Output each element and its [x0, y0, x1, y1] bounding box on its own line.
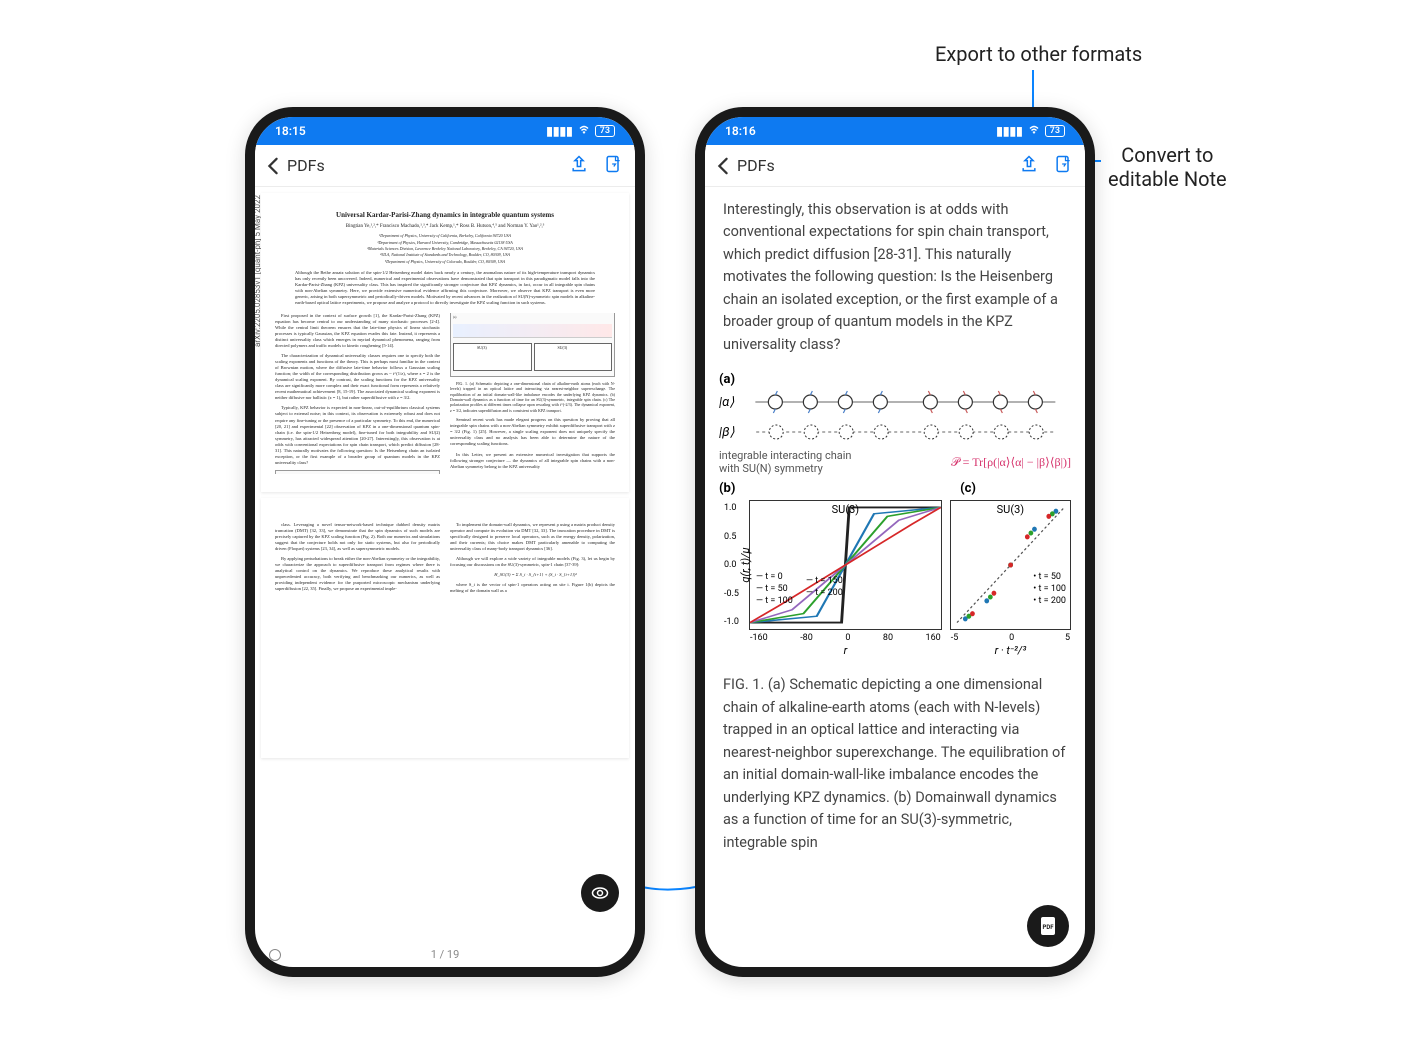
p2-col2-p2: Although we will explore a wide variety … [450, 556, 615, 568]
export-button[interactable] [569, 154, 589, 178]
pdf-page-1: Universal Kardar-Parisi-Zhang dynamics i… [261, 193, 629, 492]
chevron-left-icon [267, 157, 279, 175]
affil-4: ⁴JILA, National Institute of Standards a… [275, 252, 615, 257]
view-fab[interactable] [581, 874, 619, 912]
ket-beta: |β⟩ [719, 425, 735, 440]
annotation-convert-l1: Convert to [1121, 143, 1213, 167]
plot-b: SU(3) q(r, t)/μ 1.0 0.5 0.0 -0.5 -1.0 [749, 500, 942, 630]
plot-b-xticks: -160 -80 0 80 160 [750, 633, 941, 643]
article-paragraph: Interestingly, this observation is at od… [705, 187, 1085, 368]
affil-2: ²Department of Physics, Harvard Universi… [275, 240, 615, 245]
panel-c-label: (c) [960, 481, 976, 496]
pdf-icon: PDF [1036, 914, 1060, 938]
home-indicator [269, 949, 281, 961]
plot-b-legend-left: — t = 0 — t = 50 — t = 100 [756, 572, 793, 607]
ket-alpha: |α⟩ [719, 395, 734, 410]
pdf-fab[interactable]: PDF [1027, 905, 1069, 947]
fig1-caption: FIG. 1. (a) Schematic depicting a one-di… [450, 381, 615, 413]
col2-p2: In this Letter, we present an extensive … [450, 452, 615, 470]
p2-col2-p3: where S_i is the vector of spin-1 operat… [450, 582, 615, 594]
panel-a-label: (a) [719, 372, 1071, 387]
plot-b-legend-right: — t = 150 — t = 200 [806, 576, 843, 599]
plot-c-legend: • t = 50 • t = 100 • t = 200 [1033, 572, 1066, 607]
svg-text:PDF: PDF [1042, 924, 1054, 931]
plot-b-yticks: 1.0 0.5 0.0 -0.5 -1.0 [724, 501, 739, 629]
phone-note-view: 18:16 ▮▮▮▮ 73 PDFs Interestingly, this o… [695, 107, 1095, 977]
status-icons-r: ▮▮▮▮ 73 [996, 124, 1065, 139]
col1-p1: First proposed in the context of surface… [275, 313, 440, 349]
phone-pdf-view: 18:15 ▮▮▮▮ 73 PDFs arXiv:2205.02853v1 [q… [245, 107, 645, 977]
status-bar-r: 18:16 ▮▮▮▮ 73 [705, 117, 1085, 145]
p2-col1-p1: class. Leveraging a novel tensor-network… [275, 522, 440, 552]
wifi-icon [577, 124, 591, 139]
affil-3: ³Materials Sciences Division, Lawrence B… [275, 246, 615, 251]
spin-chain-alpha [740, 389, 1071, 415]
status-bar: 18:15 ▮▮▮▮ 73 [255, 117, 635, 145]
paper-authors: Bingtian Ye,¹,²,* Francisco Machado,¹,³,… [275, 224, 615, 231]
signal-icon-r: ▮▮▮▮ [996, 124, 1022, 138]
share-icon-r [1019, 154, 1039, 174]
status-icons: ▮▮▮▮ 73 [546, 124, 615, 139]
nav-title-r: PDFs [737, 156, 775, 175]
pdf-content[interactable]: arXiv:2205.02853v1 [quant-ph] 5 May 2022… [255, 187, 635, 967]
convert-button[interactable] [603, 154, 623, 178]
plot-b-xlabel: r [844, 644, 848, 657]
plot-c-xticks: -5 0 5 [951, 633, 1070, 643]
figure-1: (a) |α⟩ [705, 368, 1085, 634]
plot-b-ylabel: q(r, t)/μ [739, 548, 752, 583]
figure-caption: FIG. 1. (a) Schematic depicting a one di… [705, 634, 1085, 866]
annotation-convert-l2: editable Note [1108, 167, 1227, 191]
note-convert-icon-r [1053, 154, 1073, 174]
formula: 𝒫 = Tr[ρ(|α⟩⟨α| − |β⟩⟨β|)] [951, 455, 1071, 470]
nav-bar: PDFs [255, 145, 635, 187]
wifi-icon-r [1027, 124, 1041, 139]
export-button-r[interactable] [1019, 154, 1039, 178]
chain-label: integrable interacting chain with SU(N) … [719, 449, 852, 475]
battery-icon: 73 [595, 125, 615, 137]
signal-icon: ▮▮▮▮ [546, 124, 572, 138]
nav-back-button[interactable]: PDFs [267, 156, 325, 175]
battery-icon-r: 73 [1045, 125, 1065, 137]
note-content[interactable]: Interestingly, this observation is at od… [705, 187, 1085, 967]
nav-title: PDFs [287, 156, 325, 175]
page-counter: 1 / 19 [431, 948, 460, 961]
affil-5: ⁵Department of Physics, University of Co… [275, 259, 615, 264]
plot-c: SU(3) • t = 50 • t = 100 • t = 200 -5 [950, 500, 1071, 630]
share-icon [569, 154, 589, 174]
spin-chain-beta [741, 419, 1071, 445]
annotation-convert: Convert to editable Note [1108, 143, 1227, 191]
paper-title: Universal Kardar-Parisi-Zhang dynamics i… [275, 211, 615, 220]
plot-b-title: SU(3) [832, 503, 859, 516]
plot-b-curves [750, 501, 941, 629]
p2-col1-p2: By applying perturbations to break eithe… [275, 556, 440, 592]
status-time-r: 18:16 [725, 124, 756, 138]
affil-1: ¹Department of Physics, University of Ca… [275, 233, 615, 238]
note-convert-icon [603, 154, 623, 174]
convert-button-r[interactable] [1053, 154, 1073, 178]
status-time: 18:15 [275, 124, 306, 138]
nav-back-button-r[interactable]: PDFs [717, 156, 775, 175]
chevron-left-icon-r [717, 157, 729, 175]
col2-p1: Seminal recent work has made elegant pro… [450, 417, 615, 447]
plot-c-title: SU(3) [997, 503, 1024, 516]
col1-p3: Typically, KPZ behavior is expected in n… [275, 405, 440, 466]
pdf-page-2: class. Leveraging a novel tensor-network… [261, 498, 629, 758]
nav-bar-r: PDFs [705, 145, 1085, 187]
eye-icon [590, 883, 610, 903]
p2-col2-p1: To implement the domain-wall dynamics, w… [450, 522, 615, 552]
annotation-export: Export to other formats [935, 42, 1142, 66]
col1-p2: The characterization of dynamical univer… [275, 353, 440, 402]
plot-c-curves [951, 501, 1070, 629]
panel-b-label: (b) [719, 481, 735, 496]
p2-formula: H_SU(3) = Σ S_i · S_{i+1} + (S_i · S_{i+… [450, 572, 615, 578]
plot-c-xlabel: r · t⁻²/³ [995, 644, 1027, 657]
abstract: Although the Bethe ansatz solution of th… [295, 270, 595, 306]
